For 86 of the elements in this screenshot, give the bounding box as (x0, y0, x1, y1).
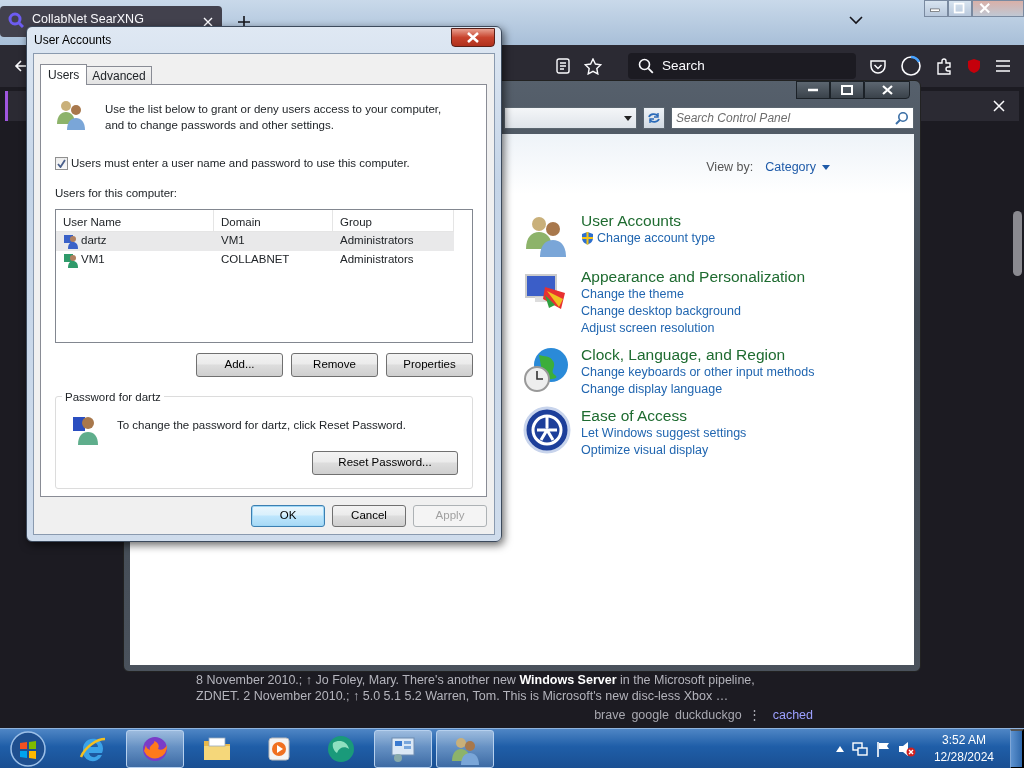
dialog-button[interactable]: Cancel (332, 505, 406, 527)
puzzle-icon[interactable] (936, 57, 952, 75)
instruction-text: Use the list below to grant or deny users access to your computer, and to change passwords and other settings. (105, 102, 443, 133)
dialog-button[interactable]: OK (251, 505, 325, 527)
action-button[interactable]: Remove (291, 352, 378, 377)
task-link[interactable]: Optimize visual display (581, 441, 747, 459)
engine-link[interactable]: duckduckgo (674, 706, 742, 725)
chevron-down-icon[interactable] (849, 16, 863, 25)
category-link[interactable]: User Accounts (581, 210, 716, 230)
task-link[interactable]: Change the theme (581, 285, 806, 303)
user-name: dartz (81, 233, 107, 249)
list-label: Users for this computer: (55, 186, 179, 202)
search-icon (8, 11, 24, 28)
group-text: Administrators (340, 233, 414, 249)
task-link[interactable]: Change display language (581, 380, 815, 398)
category-link[interactable]: Clock, Language, and Region (581, 344, 815, 364)
column-header[interactable]: Group (333, 209, 454, 231)
maximize-icon (841, 85, 853, 95)
maximize-icon[interactable] (948, 0, 972, 17)
search-field[interactable]: Search Control Panel (671, 107, 914, 129)
search-field[interactable]: Search (628, 53, 856, 79)
column-header[interactable]: Domain (214, 209, 333, 231)
user-name: VM1 (81, 252, 105, 268)
domain-text: VM1 (221, 233, 245, 249)
group-text: Administrators (340, 252, 414, 268)
search-icon (895, 111, 909, 125)
up-arrow-icon[interactable] (835, 745, 844, 752)
cached-link[interactable]: cached (772, 706, 813, 725)
result-snippet: ZDNET. 2 November 2010.; ↑ 5.0 5.1 5.2 Warren, Tom. This is Microsoft's new disc-less Xbox … (196, 688, 730, 705)
close-button[interactable] (451, 27, 495, 47)
refresh-button[interactable] (643, 107, 665, 129)
address-field[interactable] (504, 107, 637, 129)
domain-text: COLLABNET (221, 252, 290, 268)
checkbox-label[interactable]: Users must enter a user name and password to use this computer. (71, 155, 410, 173)
engine-link[interactable]: brave (594, 706, 626, 725)
caret-icon[interactable] (624, 115, 632, 121)
engine-link[interactable]: google (631, 706, 669, 725)
accessibility-icon[interactable] (523, 405, 571, 454)
reset-password-button[interactable]: Reset Password... (312, 450, 458, 475)
user-icon (63, 233, 79, 249)
minimize-icon[interactable] (924, 0, 948, 17)
clock-time[interactable]: 3:52 AM (933, 731, 994, 749)
menu-icon[interactable] (996, 60, 1010, 72)
close-button[interactable] (864, 81, 910, 99)
password-text: To change the password for dartz, click Reset Password. (117, 417, 406, 433)
tab[interactable]: Users (40, 64, 88, 85)
progress-ring-icon[interactable] (900, 55, 922, 77)
minimize-button[interactable] (796, 81, 830, 99)
result-snippet: 8 November 2010.; ↑ Jo Foley, Mary. There's another new Windows Server in the Microsoft pipeline, (196, 672, 756, 689)
checkbox[interactable] (55, 157, 68, 171)
taskbar-button[interactable] (436, 729, 494, 768)
speaker-muted-icon[interactable] (897, 740, 916, 757)
flag-icon[interactable] (875, 740, 890, 757)
user-icon (63, 252, 79, 268)
task-link[interactable]: Adjust screen resolution (581, 319, 806, 337)
list-row[interactable]: VM1 COLLABNET Administrators (56, 250, 454, 270)
more-icon[interactable]: ⋮ (747, 706, 761, 725)
view-by-label: View by: (706, 159, 754, 176)
minimize-icon (808, 88, 818, 92)
view-by-dropdown[interactable]: Category (765, 158, 830, 177)
close-icon (466, 31, 480, 43)
taskbar-button[interactable] (374, 729, 432, 768)
show-desktop-button[interactable] (1010, 728, 1024, 768)
action-button[interactable]: Add... (196, 352, 283, 377)
clock-date[interactable]: 12/28/2024 (933, 748, 994, 766)
category-link[interactable]: Ease of Access (581, 405, 747, 425)
caret-icon (822, 164, 830, 170)
taskbar-button[interactable] (126, 729, 184, 768)
reader-view-icon[interactable] (556, 58, 570, 74)
pocket-icon[interactable] (870, 58, 886, 74)
search-icon (638, 58, 654, 74)
scrollbar-thumb[interactable] (1013, 211, 1022, 276)
task-link[interactable]: Change desktop background (581, 302, 806, 320)
action-button[interactable]: Properties (386, 352, 473, 377)
task-link[interactable]: Change account type (581, 229, 716, 247)
refresh-icon (647, 112, 661, 124)
close-icon (881, 85, 893, 95)
task-link[interactable]: Let Windows suggest settings (581, 424, 747, 442)
network-icon[interactable] (851, 740, 868, 757)
maximize-button[interactable] (830, 81, 864, 99)
back-arrow-icon[interactable] (14, 59, 28, 73)
category-link[interactable]: Appearance and Personalization (581, 266, 806, 286)
column-header[interactable]: User Name (56, 209, 214, 231)
task-link[interactable]: Change keyboards or other input methods (581, 363, 815, 381)
tab[interactable]: Advanced (86, 66, 152, 84)
star-icon[interactable] (584, 57, 602, 75)
